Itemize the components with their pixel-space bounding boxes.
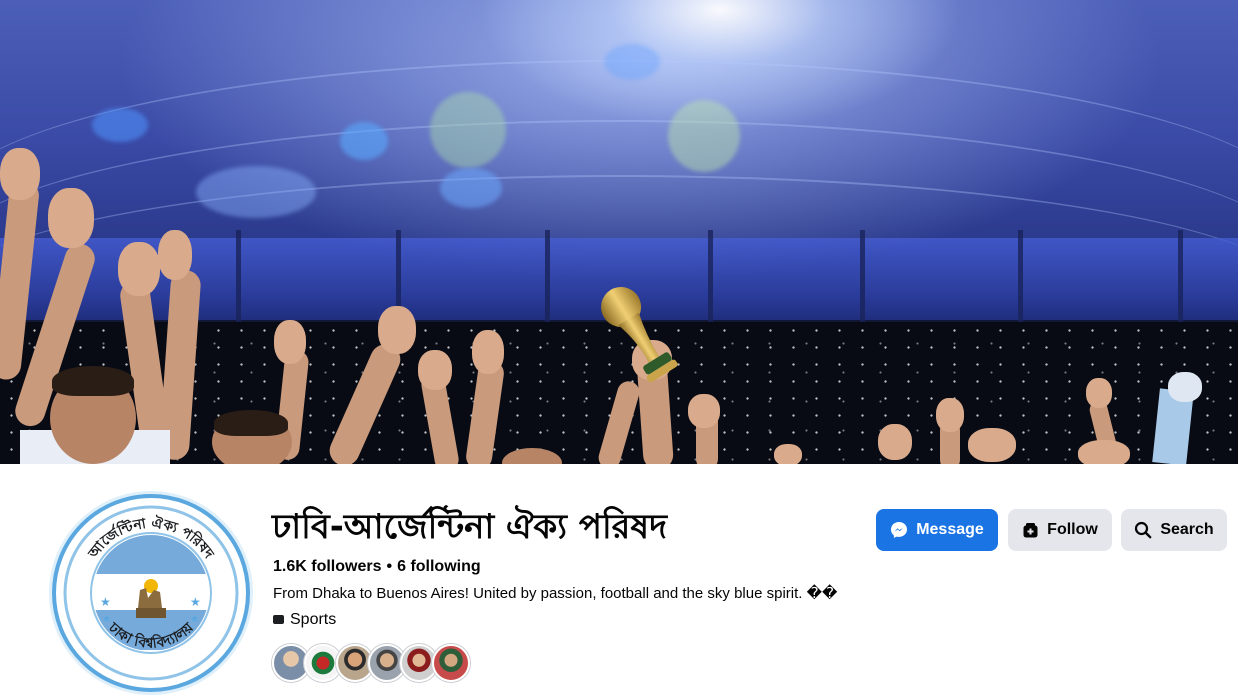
player-hand <box>878 424 912 460</box>
cover-photo[interactable] <box>0 0 1238 464</box>
svg-text:★: ★ <box>190 614 199 625</box>
page-profile-picture[interactable]: ★ ★ ★ ★ আর্জেন্টিনা ঐক্য পরিষদ ঢাকা বিশ্… <box>52 494 250 692</box>
follow-button[interactable]: Follow <box>1008 509 1112 551</box>
player-hand <box>418 350 452 390</box>
messenger-icon <box>891 522 908 538</box>
svg-text:★: ★ <box>102 614 111 625</box>
message-button[interactable]: Message <box>876 509 998 551</box>
page-bio: From Dhaka to Buenos Aires! United by pa… <box>273 585 838 602</box>
player-hand <box>472 330 504 374</box>
held-item <box>1168 372 1202 402</box>
following-link[interactable]: 6 following <box>397 558 481 575</box>
player-hand <box>1078 440 1130 464</box>
light-bokeh <box>604 44 660 80</box>
followers-link[interactable]: 1.6K followers <box>273 558 381 575</box>
stadium-pillar <box>1178 230 1183 330</box>
player-hand <box>274 320 306 364</box>
player-hand <box>968 428 1016 462</box>
follow-stats: 1.6K followers • 6 following <box>273 557 481 577</box>
club-logo-icon: ★ ★ ★ ★ আর্জেন্টিনা ঐক্য পরিষদ ঢাকা বিশ্… <box>63 505 239 681</box>
stats-separator: • <box>386 558 393 575</box>
page-title[interactable]: ঢাবি-আর্জেন্টিনা ঐক্য পরিষদ <box>272 500 667 554</box>
player-hair <box>52 366 134 396</box>
follow-button-label: Follow <box>1047 521 1098 538</box>
stadium-pillar <box>545 230 550 330</box>
light-bokeh <box>340 122 388 160</box>
player-hair <box>214 410 288 436</box>
stadium-pillar <box>236 230 241 330</box>
light-bokeh <box>440 168 502 208</box>
search-button[interactable]: Search <box>1121 509 1227 551</box>
follower-avatars <box>272 644 470 682</box>
stadium-pillar <box>1018 230 1023 330</box>
search-icon <box>1135 521 1152 539</box>
player-hand <box>118 242 160 296</box>
player-hand <box>378 306 416 354</box>
svg-text:★: ★ <box>190 595 201 609</box>
briefcase-icon <box>273 614 284 624</box>
player-hand <box>774 444 802 464</box>
light-bokeh <box>196 166 316 218</box>
light-bokeh <box>668 100 740 172</box>
player-hand <box>688 394 720 428</box>
stadium-pillar <box>860 230 865 330</box>
player-hand <box>1086 378 1112 408</box>
page-category: Sports <box>273 610 336 630</box>
svg-text:★: ★ <box>100 595 111 609</box>
search-button-label: Search <box>1160 521 1214 538</box>
light-bokeh <box>92 108 148 142</box>
category-label[interactable]: Sports <box>290 610 336 630</box>
message-button-label: Message <box>916 521 984 538</box>
player-hand <box>0 148 40 200</box>
follow-page-icon <box>1023 522 1038 537</box>
stadium-pillar <box>708 230 713 330</box>
player-hand <box>158 230 192 280</box>
follower-avatar[interactable] <box>432 644 470 682</box>
light-bokeh <box>430 92 506 168</box>
world-cup-trophy-icon <box>601 287 678 383</box>
player-hand <box>48 188 94 248</box>
player-hand <box>936 398 964 432</box>
